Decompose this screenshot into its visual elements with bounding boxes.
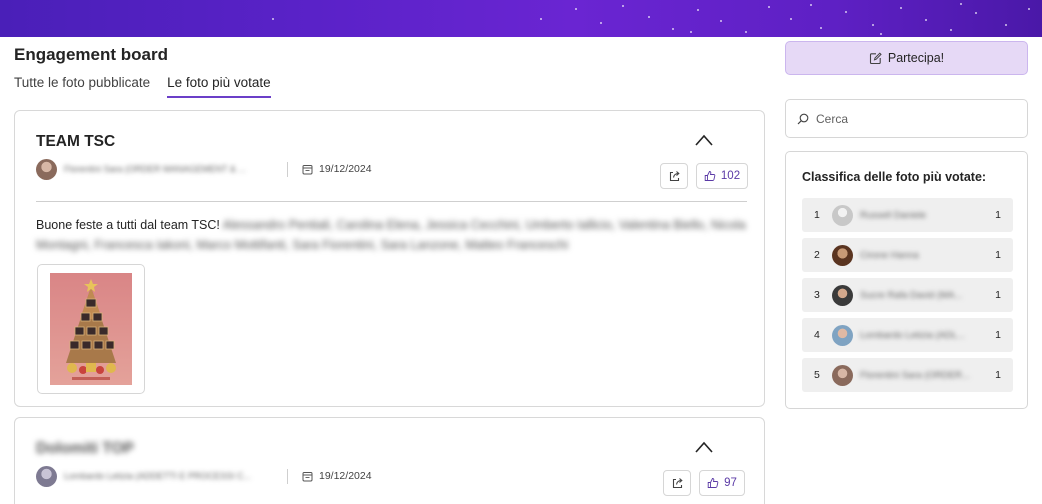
ranking-position: 1 bbox=[814, 209, 820, 221]
avatar bbox=[832, 284, 853, 306]
avatar bbox=[36, 465, 57, 487]
post-title: TEAM TSC bbox=[36, 133, 116, 150]
avatar bbox=[36, 158, 57, 180]
banner-sparkle bbox=[845, 11, 847, 13]
ranking-votes: 1 bbox=[995, 289, 1001, 301]
post-photo-thumbnail[interactable] bbox=[37, 264, 145, 394]
page-title: Engagement board bbox=[14, 45, 168, 64]
photo-image bbox=[50, 273, 132, 385]
ranking-votes: 1 bbox=[995, 249, 1001, 261]
divider bbox=[287, 468, 288, 484]
post-meta: Lombardo Letizia (ADDETTI E PROCESSI C..… bbox=[36, 465, 372, 487]
ranking-votes: 1 bbox=[995, 209, 1001, 221]
calendar-icon bbox=[302, 164, 313, 174]
thumbs-up-icon bbox=[707, 478, 719, 488]
join-button[interactable]: Partecipa! bbox=[785, 41, 1028, 75]
ranking-name: Lombardo Letizia (ADL... bbox=[860, 329, 966, 341]
chevron-up-icon[interactable] bbox=[694, 440, 714, 454]
post-author: Lombardo Letizia (ADDETTI E PROCESSI C..… bbox=[64, 471, 252, 481]
ranking-position: 3 bbox=[814, 289, 820, 301]
banner-sparkle bbox=[950, 29, 952, 31]
banner-sparkle bbox=[880, 33, 882, 35]
divider bbox=[287, 161, 288, 177]
banner-sparkle bbox=[575, 8, 577, 10]
ranking-position: 2 bbox=[814, 249, 820, 261]
share-button[interactable] bbox=[660, 163, 688, 189]
search-input[interactable] bbox=[816, 111, 1016, 126]
ranking-name: Cirone Hanna bbox=[860, 249, 919, 261]
search-box bbox=[785, 99, 1028, 138]
like-count: 97 bbox=[724, 477, 737, 489]
post-text: Buone feste a tutti dal team TSC! bbox=[36, 218, 220, 232]
post-date: 19/12/2024 bbox=[319, 163, 372, 175]
banner-sparkle bbox=[272, 18, 274, 20]
banner-sparkle bbox=[900, 7, 902, 9]
banner-sparkle bbox=[820, 27, 822, 29]
post-card: TEAM TSC Florentini Sara (ORDER MANAGEME… bbox=[14, 110, 765, 407]
banner-sparkle bbox=[697, 9, 699, 11]
ranking-votes: 1 bbox=[995, 369, 1001, 381]
avatar bbox=[832, 204, 853, 226]
share-button[interactable] bbox=[663, 470, 691, 496]
post-meta: Florentini Sara (ORDER MANAGEMENT & ... … bbox=[36, 158, 372, 180]
banner-sparkle bbox=[872, 24, 874, 26]
tab-all-photos[interactable]: Tutte le foto pubblicate bbox=[14, 75, 150, 98]
like-button[interactable]: 102 bbox=[696, 163, 748, 189]
banner-sparkle bbox=[975, 12, 977, 14]
thumbs-up-icon bbox=[704, 171, 716, 181]
search-icon bbox=[797, 113, 809, 124]
banner-sparkle bbox=[648, 16, 650, 18]
banner-sparkle bbox=[745, 31, 747, 33]
share-icon bbox=[669, 170, 680, 181]
banner-sparkle bbox=[925, 19, 927, 21]
post-description: Buone feste a tutti dal team TSC! Alessa… bbox=[36, 215, 751, 255]
banner-sparkle bbox=[672, 28, 674, 30]
banner-sparkle bbox=[622, 5, 624, 7]
ranking-position: 4 bbox=[814, 329, 820, 341]
avatar bbox=[832, 244, 853, 266]
banner-sparkle bbox=[720, 20, 722, 22]
ranking-item[interactable]: 4 Lombardo Letizia (ADL... 1 bbox=[802, 318, 1013, 352]
ranking-name: Sucre Rafa David (MA... bbox=[860, 289, 963, 301]
ranking-item[interactable]: 1 Russell Daniele 1 bbox=[802, 198, 1013, 232]
ranking-title: Classifica delle foto più votate: bbox=[802, 170, 987, 184]
post-date: 19/12/2024 bbox=[319, 470, 372, 482]
tab-bar: Tutte le foto pubblicate Le foto più vot… bbox=[14, 75, 271, 98]
ranking-panel: Classifica delle foto più votate: 1 Russ… bbox=[785, 151, 1028, 409]
banner-sparkle bbox=[790, 18, 792, 20]
ranking-item[interactable]: 2 Cirone Hanna 1 bbox=[802, 238, 1013, 272]
ranking-name: Russell Daniele bbox=[860, 209, 927, 221]
banner-sparkle bbox=[690, 31, 692, 33]
banner-sparkle bbox=[600, 22, 602, 24]
post-title: Dolomiti TOP bbox=[36, 440, 134, 457]
share-icon bbox=[672, 477, 683, 488]
banner-sparkle bbox=[540, 18, 542, 20]
tab-top-voted[interactable]: Le foto più votate bbox=[167, 75, 271, 98]
calendar-icon bbox=[302, 471, 313, 481]
chevron-up-icon[interactable] bbox=[694, 133, 714, 147]
ranking-position: 5 bbox=[814, 369, 820, 381]
join-button-label: Partecipa! bbox=[887, 51, 945, 65]
avatar bbox=[832, 324, 853, 346]
banner-sparkle bbox=[1005, 24, 1007, 26]
avatar bbox=[832, 364, 853, 386]
like-button[interactable]: 97 bbox=[699, 470, 745, 496]
edit-icon bbox=[869, 51, 882, 64]
banner-sparkle bbox=[960, 3, 962, 5]
header-banner bbox=[0, 0, 1042, 37]
ranking-item[interactable]: 3 Sucre Rafa David (MA... 1 bbox=[802, 278, 1013, 312]
ranking-name: Florentini Sara (ORDER... bbox=[860, 369, 970, 381]
banner-sparkle bbox=[810, 4, 812, 6]
banner-sparkle bbox=[768, 6, 770, 8]
like-count: 102 bbox=[720, 170, 741, 182]
post-card: Dolomiti TOP Lombardo Letizia (ADDETTI E… bbox=[14, 417, 765, 504]
banner-sparkle bbox=[1028, 8, 1030, 10]
card-divider bbox=[36, 201, 747, 202]
ranking-votes: 1 bbox=[995, 329, 1001, 341]
post-author: Florentini Sara (ORDER MANAGEMENT & ... bbox=[64, 164, 246, 174]
ranking-item[interactable]: 5 Florentini Sara (ORDER... 1 bbox=[802, 358, 1013, 392]
